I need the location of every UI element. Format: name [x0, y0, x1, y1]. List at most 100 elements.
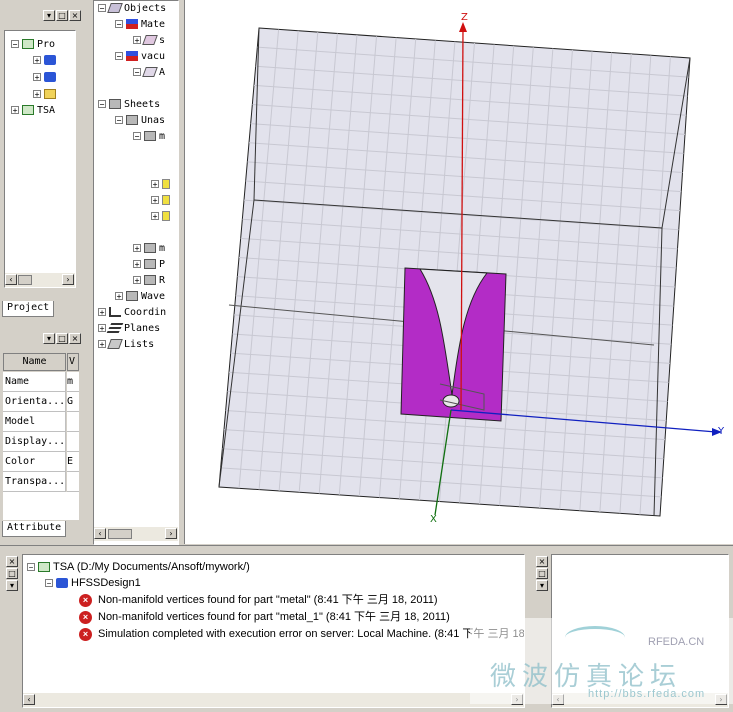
message-horizontal-scrollbar[interactable]: ‹ ›	[23, 693, 524, 707]
project-tree-subitem[interactable]: +	[33, 70, 59, 86]
3d-viewport[interactable]: Z Y X	[184, 0, 733, 544]
tree-item-coordinate-systems[interactable]: + Coordin	[98, 305, 166, 321]
axis-z-arrow	[459, 22, 467, 32]
panel-restore-button[interactable]: □	[56, 10, 68, 21]
message-error[interactable]: × Simulation completed with execution err…	[79, 626, 524, 642]
attribute-header-name[interactable]: Name	[3, 353, 66, 371]
sheet-icon	[144, 259, 156, 269]
tree-item-material[interactable]: − Mate	[115, 17, 165, 33]
collapse-icon[interactable]: −	[11, 40, 19, 49]
expand-icon[interactable]: +	[115, 292, 123, 301]
collapse-icon[interactable]: −	[115, 116, 123, 125]
expand-icon[interactable]: +	[33, 56, 41, 65]
tree-item-solid[interactable]: + s	[133, 33, 165, 49]
tree-item-metal-1[interactable]: + m	[133, 241, 165, 257]
collapse-icon[interactable]: −	[133, 132, 141, 141]
message-error[interactable]: × Non-manifold vertices found for part "m…	[79, 592, 438, 608]
collapse-icon[interactable]: −	[115, 20, 123, 29]
error-icon: ×	[79, 627, 92, 641]
message-panel-handle[interactable]: × □ ▾	[0, 546, 20, 712]
panel-menu-button[interactable]: ▾	[43, 333, 55, 344]
attribute-row[interactable]: Orienta... G	[3, 392, 79, 412]
panel-close-button[interactable]: ×	[69, 10, 81, 21]
tree-item-command[interactable]: +	[151, 193, 173, 209]
expand-icon[interactable]: +	[133, 260, 141, 269]
tree-item-command[interactable]: +	[151, 177, 173, 193]
attribute-row[interactable]: Model	[3, 412, 79, 432]
tree-item-planes[interactable]: + Planes	[98, 321, 160, 337]
scroll-thumb[interactable]	[108, 529, 132, 539]
tree-item-airbox[interactable]: − A	[133, 65, 165, 81]
tree-item-port[interactable]: + P	[133, 257, 165, 273]
collapse-icon[interactable]: −	[45, 579, 53, 588]
scroll-right-button[interactable]: ›	[165, 528, 177, 539]
project-tree-horizontal-scrollbar[interactable]: ‹ ›	[5, 273, 75, 287]
axis-x-label: X	[430, 514, 437, 525]
modeler-tree-panel: − Objects − Mate + s − vacu − A − Sheets − Unas…	[93, 0, 272, 545]
expand-icon[interactable]: +	[133, 276, 141, 285]
tree-item-unassigned[interactable]: − Unas	[115, 113, 165, 129]
expand-icon[interactable]: +	[98, 340, 106, 349]
panel-menu-button[interactable]: ▾	[43, 10, 55, 21]
expand-icon[interactable]: +	[11, 106, 19, 115]
panel-restore-button[interactable]: □	[56, 333, 68, 344]
tree-item-metal[interactable]: − m	[133, 129, 165, 145]
object-icon	[107, 3, 123, 13]
tree-item-lists[interactable]: + Lists	[98, 337, 154, 353]
attribute-panel: ▾ □ × Name V Name m Orienta... G Model Dis…	[0, 325, 82, 545]
attribute-header-value[interactable]: V	[67, 353, 79, 371]
collapse-icon[interactable]: −	[27, 563, 35, 572]
tree-item-command[interactable]: +	[151, 209, 173, 225]
collapse-icon[interactable]: −	[133, 68, 141, 77]
error-icon: ×	[79, 593, 92, 607]
project-tree-subitem[interactable]: +	[33, 53, 59, 69]
3d-model-view[interactable]: Z Y X	[184, 0, 733, 544]
collapse-icon[interactable]: −	[98, 100, 106, 109]
scroll-right-button[interactable]: ›	[62, 274, 74, 285]
attribute-row[interactable]: Name m	[3, 372, 79, 392]
message-project[interactable]: − TSA (D:/My Documents/Ansoft/mywork/)	[27, 559, 250, 575]
project-tree-item-tsa[interactable]: + TSA	[11, 103, 55, 119]
panel-restore-button[interactable]: □	[536, 568, 548, 579]
panel-restore-button[interactable]: □	[6, 568, 18, 579]
attribute-row[interactable]: Transpa...	[3, 472, 79, 492]
message-error[interactable]: × Non-manifold vertices found for part "m…	[79, 609, 450, 625]
design-icon	[44, 55, 56, 65]
expand-icon[interactable]: +	[33, 90, 41, 99]
scroll-thumb[interactable]	[18, 275, 32, 285]
expand-icon[interactable]: +	[151, 196, 159, 205]
panel-menu-button[interactable]: ▾	[536, 580, 548, 591]
tree-item-rect[interactable]: + R	[133, 273, 165, 289]
expand-icon[interactable]: +	[133, 244, 141, 253]
collapse-icon[interactable]: −	[115, 52, 123, 61]
expand-icon[interactable]: +	[33, 73, 41, 82]
message-design[interactable]: − HFSSDesign1	[45, 575, 141, 591]
attribute-row[interactable]: Color E	[3, 452, 79, 472]
bird-logo-icon	[565, 626, 625, 649]
tree-item-objects[interactable]: − Objects	[98, 1, 166, 17]
project-tree-item-pro[interactable]: − Pro	[11, 37, 55, 53]
tab-attribute[interactable]: Attribute	[2, 521, 67, 537]
tree-item-wave[interactable]: + Wave	[115, 289, 165, 305]
tree-item-vacuum[interactable]: − vacu	[115, 49, 165, 65]
panel-close-button[interactable]: ×	[6, 556, 18, 567]
attribute-row[interactable]: Display...	[3, 432, 79, 452]
scroll-left-button[interactable]: ‹	[23, 694, 35, 705]
expand-icon[interactable]: +	[151, 212, 159, 221]
scroll-left-button[interactable]: ‹	[94, 528, 106, 539]
panel-close-button[interactable]: ×	[69, 333, 81, 344]
expand-icon[interactable]: +	[98, 308, 106, 317]
modeler-tree-horizontal-scrollbar[interactable]: ‹ ›	[94, 527, 178, 541]
project-tree-subitem[interactable]: +	[33, 87, 59, 103]
collapse-icon[interactable]: −	[98, 4, 106, 13]
axis-y-label: Y	[717, 426, 725, 437]
panel-menu-button[interactable]: ▾	[6, 580, 18, 591]
scroll-left-button[interactable]: ‹	[5, 274, 17, 285]
expand-icon[interactable]: +	[151, 180, 159, 189]
tree-item-sheets[interactable]: − Sheets	[98, 97, 160, 113]
tab-project[interactable]: Project	[2, 301, 55, 317]
expand-icon[interactable]: +	[133, 36, 141, 45]
panel-close-button[interactable]: ×	[536, 556, 548, 567]
material-icon	[126, 51, 138, 61]
expand-icon[interactable]: +	[98, 324, 106, 333]
